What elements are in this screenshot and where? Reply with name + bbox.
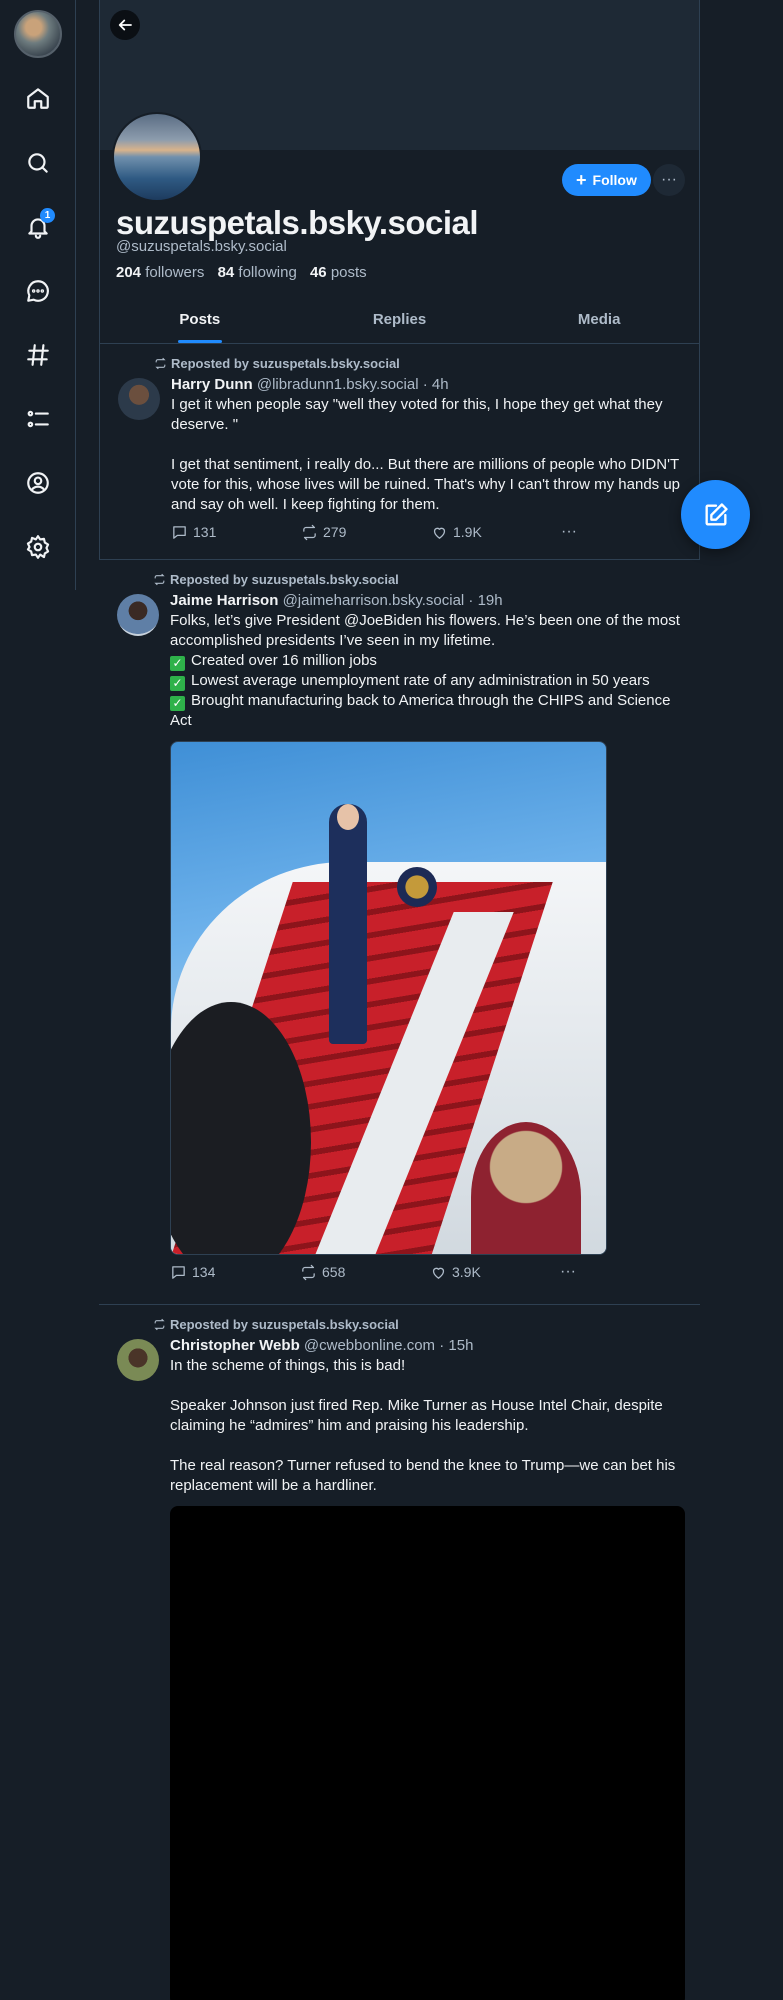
post-text: In the scheme of things, this is bad! Sp…: [170, 1357, 676, 1494]
tab-posts[interactable]: Posts: [100, 300, 300, 343]
heart-icon: [432, 1267, 445, 1279]
post-more-button[interactable]: ···: [561, 523, 601, 541]
follow-button[interactable]: + Follow: [562, 164, 651, 196]
reply-icon: [172, 1265, 185, 1279]
compose-icon: [705, 502, 728, 525]
post-meta: Christopher Webb @cwebbonline.com · 15h: [170, 1337, 684, 1354]
author-handle[interactable]: @libradunn1.bsky.social: [257, 376, 419, 393]
compose-button[interactable]: [681, 480, 750, 549]
tab-replies[interactable]: Replies: [300, 300, 500, 343]
post-time[interactable]: · 15h: [439, 1337, 473, 1354]
author-name[interactable]: Christopher Webb: [170, 1337, 300, 1354]
left-nav: 1: [0, 0, 76, 590]
profile-avatar[interactable]: [112, 112, 202, 202]
chat-icon[interactable]: [18, 271, 58, 311]
ellipsis-icon: ···: [661, 171, 677, 188]
profile-stats: 204 followers 84 following 46 posts: [116, 264, 376, 281]
more-options-button[interactable]: ···: [653, 164, 685, 196]
avatar[interactable]: [118, 378, 160, 420]
repost-button[interactable]: 658: [300, 1264, 430, 1281]
repost-icon: [303, 524, 316, 540]
list-icon[interactable]: [18, 399, 58, 439]
reply-button[interactable]: 134: [170, 1264, 300, 1281]
main-column: + Follow ··· suzuspetals.bsky.social @su…: [99, 0, 700, 2000]
avatar[interactable]: [117, 1339, 159, 1381]
repost-icon: [154, 1318, 165, 1331]
avatar[interactable]: [117, 594, 159, 636]
post-image[interactable]: [170, 741, 607, 1255]
search-icon[interactable]: [18, 143, 58, 183]
plus-icon: +: [576, 170, 587, 190]
ellipsis-icon: ···: [560, 1263, 576, 1280]
repost-indicator: Reposted by suzuspetals.bsky.social: [153, 1317, 684, 1332]
following-link[interactable]: 84 following: [218, 264, 297, 281]
repost-button[interactable]: 279: [301, 524, 431, 541]
reply-button[interactable]: 131: [171, 524, 301, 541]
followers-link[interactable]: 204 followers: [116, 264, 204, 281]
repost-indicator: Reposted by suzuspetals.bsky.social: [154, 356, 683, 371]
author-name[interactable]: Harry Dunn: [171, 376, 253, 393]
repost-icon: [154, 573, 165, 586]
heart-icon: [433, 527, 446, 539]
check-icon: ✓: [170, 656, 185, 671]
repost-indicator: Reposted by suzuspetals.bsky.social: [153, 572, 684, 587]
bullet-item: ✓ Lowest average unemployment rate of any…: [170, 671, 684, 691]
profile-display-name: suzuspetals.bsky.social: [116, 204, 479, 241]
post-meta: Harry Dunn @libradunn1.bsky.social · 4h: [171, 376, 683, 393]
author-name[interactable]: Jaime Harrison: [170, 592, 278, 609]
home-icon[interactable]: [18, 78, 58, 118]
tab-media[interactable]: Media: [499, 300, 699, 343]
post-actions: 134 658 3.9K ···: [170, 1263, 684, 1281]
post-time[interactable]: · 19h: [468, 592, 502, 609]
repost-icon: [302, 1264, 315, 1280]
follow-label: Follow: [592, 172, 637, 188]
bullet-item: ✓ Created over 16 million jobs: [170, 651, 684, 671]
post-more-button[interactable]: ···: [560, 1263, 600, 1281]
hashtag-icon[interactable]: [18, 335, 58, 375]
post-meta: Jaime Harrison @jaimeharrison.bsky.socia…: [170, 592, 684, 609]
profile-handle: @suzuspetals.bsky.social: [116, 238, 287, 255]
author-handle[interactable]: @jaimeharrison.bsky.social: [283, 592, 465, 609]
post-text: I get it when people say "well they vote…: [171, 396, 681, 513]
check-icon: ✓: [170, 696, 185, 711]
reply-icon: [173, 525, 186, 539]
profile-header: + Follow ··· suzuspetals.bsky.social @su…: [99, 112, 700, 344]
post-time[interactable]: · 4h: [423, 376, 449, 393]
post-text: Folks, let’s give President @JoeBiden hi…: [170, 611, 684, 731]
check-icon: ✓: [170, 676, 185, 691]
back-button[interactable]: [110, 10, 140, 40]
bullet-item: ✓ Brought manufacturing back to America t…: [170, 692, 671, 729]
like-button[interactable]: 1.9K: [431, 524, 561, 541]
feed-post[interactable]: Reposted by suzuspetals.bsky.social Chri…: [99, 1305, 700, 2000]
settings-icon[interactable]: [18, 527, 58, 567]
profile-tabs: Posts Replies Media: [100, 300, 699, 344]
post-actions: 131 279 1.9K ···: [171, 523, 683, 541]
bell-icon[interactable]: 1: [18, 207, 58, 247]
posts-count: 46 posts: [309, 264, 367, 281]
like-button[interactable]: 3.9K: [430, 1264, 560, 1281]
ellipsis-icon: ···: [561, 523, 577, 540]
my-avatar[interactable]: [14, 10, 62, 58]
feed-post[interactable]: Reposted by suzuspetals.bsky.social Jaim…: [99, 560, 700, 1305]
author-handle[interactable]: @cwebbonline.com: [304, 1337, 435, 1354]
post-video[interactable]: [170, 1506, 685, 2000]
feed-post[interactable]: Reposted by suzuspetals.bsky.social Harr…: [99, 344, 700, 560]
notification-badge: 1: [40, 208, 55, 223]
arrow-left-icon: [118, 19, 132, 31]
repost-icon: [155, 357, 166, 370]
profile-icon[interactable]: [18, 463, 58, 503]
